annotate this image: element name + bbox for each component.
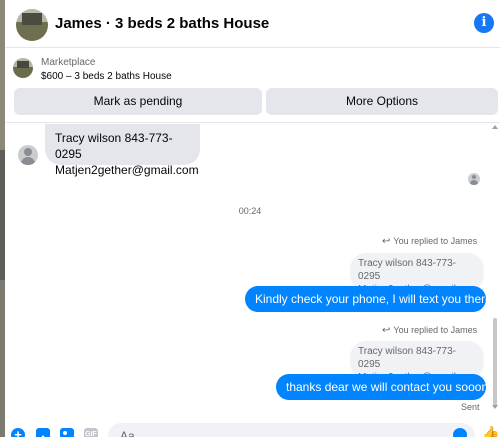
emoji-icon[interactable] <box>453 428 467 437</box>
contact-avatar[interactable] <box>16 9 48 41</box>
info-icon[interactable]: i <box>474 13 494 33</box>
marketplace-label: Marketplace <box>41 57 96 68</box>
conversation-title[interactable]: James · 3 beds 2 baths House <box>55 15 269 32</box>
reply-arrow-icon: ↩ <box>382 236 391 247</box>
scroll-down-arrow-icon[interactable] <box>492 405 498 409</box>
sticker-icon[interactable] <box>60 428 74 437</box>
outgoing-message-bubble[interactable]: Kindly check your phone, I will text you… <box>245 286 492 312</box>
thumbs-up-icon[interactable]: 👍 <box>482 426 499 437</box>
seen-indicator-avatar <box>468 173 480 185</box>
incoming-message-bubble[interactable]: Tracy wilson 843-773-0295 Matjen2gether@… <box>45 124 200 177</box>
plus-icon[interactable]: + <box>11 428 25 437</box>
message-status: Sent <box>461 402 480 412</box>
reply-indicator: ↩ You replied to James <box>382 325 478 336</box>
more-options-button[interactable]: More Options <box>266 88 498 115</box>
message-timestamp: 00:24 <box>238 206 262 216</box>
listing-thumbnail[interactable] <box>13 58 33 78</box>
incoming-message-line: Tracy wilson 843-773-0295 <box>55 131 173 161</box>
gif-icon[interactable]: GIF <box>84 428 98 437</box>
reply-arrow-icon: ↩ <box>382 325 391 336</box>
listing-title[interactable]: $600 – 3 beds 2 baths House <box>41 71 172 82</box>
scroll-up-arrow-icon[interactable] <box>492 125 498 129</box>
scrollbar-thumb[interactable] <box>493 318 497 406</box>
conversation-header: James · 3 beds 2 baths House i <box>5 0 500 48</box>
marketplace-banner: Marketplace $600 – 3 beds 2 baths House … <box>5 48 500 123</box>
reply-indicator: ↩ You replied to James <box>382 236 478 247</box>
outgoing-message-bubble[interactable]: thanks dear we will contact you sooon <box>276 374 488 400</box>
messenger-window: James · 3 beds 2 baths House i Marketpla… <box>0 0 500 437</box>
message-input[interactable] <box>108 423 475 437</box>
incoming-message-line: Matjen2gether@gmail.com <box>55 163 199 177</box>
photo-icon[interactable] <box>36 428 50 437</box>
mark-as-pending-button[interactable]: Mark as pending <box>14 88 262 115</box>
sender-avatar[interactable] <box>18 145 38 165</box>
